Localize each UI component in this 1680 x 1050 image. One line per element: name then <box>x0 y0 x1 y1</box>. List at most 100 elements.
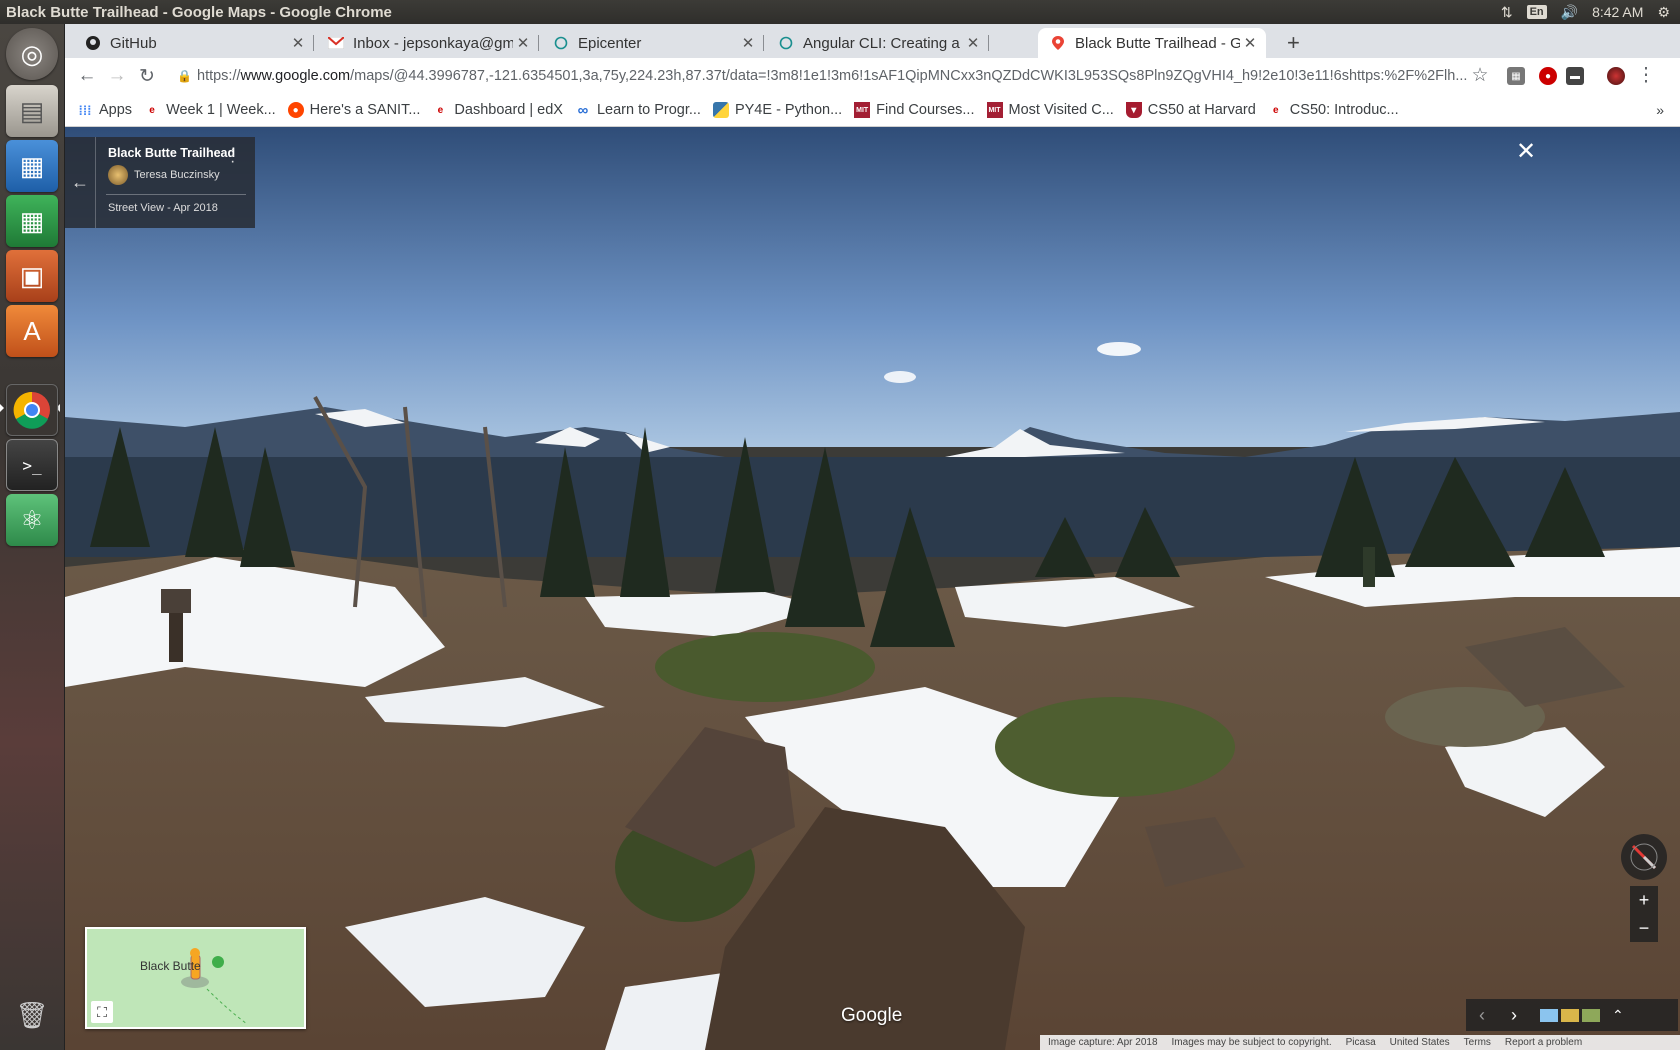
atom-icon[interactable]: ⚛ <box>6 494 58 546</box>
tab-title: GitHub <box>110 34 157 52</box>
tab-title: Inbox - jepsonkaya@gmail.com <box>353 34 513 52</box>
chevron-left-icon[interactable]: ‹ <box>1466 1005 1498 1026</box>
bookmark-apps[interactable]: ⁞⁞⁞ Apps <box>77 102 133 118</box>
mit-icon: MIT <box>986 102 1003 118</box>
gear-icon[interactable]: ⚙ <box>1657 4 1670 21</box>
lock-icon[interactable]: 🔒 <box>177 69 197 83</box>
close-icon[interactable]: ✕ <box>1516 137 1536 166</box>
close-icon[interactable]: ✕ <box>963 34 983 52</box>
minimap[interactable]: Black Butte ⛶ <box>85 927 306 1029</box>
compass-icon[interactable] <box>1621 834 1667 880</box>
clock[interactable]: 8:42 AM <box>1592 4 1643 20</box>
street-view-panorama[interactable]: ← Black Butte Trailhead · · · Teresa Buczi… <box>65 127 1680 1050</box>
impress-icon[interactable]: ▣ <box>6 250 58 302</box>
terminal-icon[interactable]: >_ <box>6 439 58 491</box>
bookmark-learn-to-program[interactable]: ∞ Learn to Progr... <box>575 101 701 119</box>
tab-title: Black Butte Trailhead - Google Maps <box>1075 34 1240 52</box>
tab-angular-cli[interactable]: Angular CLI: Creating a Project ✕ <box>766 28 989 58</box>
calc-icon[interactable]: ▦ <box>6 195 58 247</box>
attribution-footer: Image capture: Apr 2018 Images may be su… <box>1040 1035 1680 1050</box>
zoom-out-button[interactable]: − <box>1630 914 1658 942</box>
menu-icon[interactable]: ⋮ <box>1631 64 1661 87</box>
chevron-right-icon[interactable]: » <box>1656 102 1664 118</box>
edx-icon: e <box>1273 104 1279 116</box>
photo-thumbnail[interactable] <box>1561 1008 1579 1022</box>
avatar <box>108 165 128 185</box>
unity-launcher: ◎ ▤ ▦ ▦ ▣ A >_ ⚛ 🗑 <box>0 24 65 1050</box>
photo-thumbnail[interactable] <box>1540 1008 1558 1022</box>
star-icon[interactable]: ☆ <box>1465 64 1495 87</box>
close-icon[interactable]: ✕ <box>738 34 758 52</box>
panorama-image[interactable] <box>65 127 1680 1050</box>
bookmarks-bar: ⁞⁞⁞ Apps e Week 1 | Week... ● Here's a SANI… <box>65 94 1680 127</box>
apps-icon: ⁞⁞⁞ <box>78 102 92 118</box>
keyboard-layout-indicator[interactable]: En <box>1526 5 1547 19</box>
extension-icon[interactable]: ▦ <box>1507 67 1525 85</box>
photo-author[interactable]: Teresa Buczinsky <box>108 165 220 185</box>
extension-icon[interactable]: ▬ <box>1566 67 1584 85</box>
loading-icon <box>553 35 569 51</box>
photo-thumbnail[interactable] <box>1582 1008 1600 1022</box>
bookmark-sanity[interactable]: ● Here's a SANIT... <box>287 102 420 118</box>
loading-icon <box>778 35 794 51</box>
chevron-right-icon[interactable]: › <box>1498 1005 1530 1026</box>
launcher-pip <box>0 404 4 412</box>
tab-inbox[interactable]: Inbox - jepsonkaya@gmail.com ✕ <box>316 28 539 58</box>
tab-title: Epicenter <box>578 34 642 52</box>
system-top-panel: Black Butte Trailhead - Google Maps - Go… <box>0 0 1680 24</box>
github-icon <box>85 35 101 51</box>
bookmark-most-visited[interactable]: MIT Most Visited C... <box>986 102 1114 118</box>
tab-title: Angular CLI: Creating a Project <box>803 34 963 52</box>
harvard-icon: ▾ <box>1125 102 1142 118</box>
browser-window: GitHub ✕ Inbox - jepsonkaya@gmail.com ✕ … <box>65 24 1680 127</box>
infinity-icon: ∞ <box>577 101 589 119</box>
software-center-icon[interactable]: A <box>6 305 58 357</box>
tab-google-maps[interactable]: Black Butte Trailhead - Google Maps ✕ <box>1038 28 1266 58</box>
new-tab-button[interactable]: + <box>1287 30 1300 56</box>
google-logo: Google <box>841 1005 903 1026</box>
expand-filmstrip-icon[interactable]: ⌃ <box>1612 1007 1624 1024</box>
place-title[interactable]: Black Butte Trailhead <box>108 146 235 160</box>
forward-icon[interactable]: → <box>102 65 132 87</box>
volume-icon[interactable]: 🔊 <box>1561 4 1578 21</box>
extension-icon[interactable]: ● <box>1539 67 1557 85</box>
browser-toolbar: ← → ↻ 🔒 https://www.google.com/maps/@44.… <box>65 58 1680 94</box>
edx-icon: e <box>437 104 444 116</box>
gmail-icon <box>328 35 344 51</box>
tab-github[interactable]: GitHub ✕ <box>73 28 314 58</box>
bookmark-edx-dashboard[interactable]: e Dashboard | edX <box>432 102 563 118</box>
bookmark-find-courses[interactable]: MIT Find Courses... <box>854 102 975 118</box>
more-options-icon[interactable]: · · · <box>230 142 235 170</box>
bookmark-py4e[interactable]: PY4E - Python... <box>712 102 842 118</box>
zoom-in-button[interactable]: + <box>1630 886 1658 914</box>
dash-home-icon[interactable]: ◎ <box>6 28 58 80</box>
country-link[interactable]: United States <box>1390 1037 1450 1048</box>
writer-icon[interactable]: ▦ <box>6 140 58 192</box>
close-icon[interactable]: ✕ <box>1240 34 1260 52</box>
close-icon[interactable]: ✕ <box>288 34 308 52</box>
bookmark-week1[interactable]: e Week 1 | Week... <box>144 102 275 118</box>
chrome-icon[interactable] <box>6 384 58 436</box>
address-bar[interactable]: 🔒 https://www.google.com/maps/@44.399678… <box>177 62 1547 90</box>
picasa-link[interactable]: Picasa <box>1346 1037 1376 1048</box>
reload-icon[interactable]: ↻ <box>132 65 162 88</box>
close-icon[interactable]: ✕ <box>513 34 533 52</box>
bookmark-cs50-intro[interactable]: e CS50: Introduc... <box>1268 102 1399 118</box>
back-arrow-icon[interactable]: ← <box>65 137 96 228</box>
trash-icon[interactable]: 🗑 <box>6 989 58 1041</box>
network-icon[interactable]: ⇅ <box>1501 4 1513 21</box>
expand-icon[interactable]: ⛶ <box>91 1001 113 1023</box>
tab-strip: GitHub ✕ Inbox - jepsonkaya@gmail.com ✕ … <box>65 24 1680 58</box>
image-capture-date: Image capture: Apr 2018 <box>1048 1037 1158 1048</box>
bookmark-cs50-harvard[interactable]: ▾ CS50 at Harvard <box>1125 102 1256 118</box>
report-problem-link[interactable]: Report a problem <box>1505 1037 1582 1048</box>
avatar[interactable] <box>1607 67 1625 85</box>
files-icon[interactable]: ▤ <box>6 85 58 137</box>
terms-link[interactable]: Terms <box>1464 1037 1491 1048</box>
tab-epicenter[interactable]: Epicenter ✕ <box>541 28 764 58</box>
python-icon <box>712 102 729 118</box>
back-icon[interactable]: ← <box>72 65 102 87</box>
window-title: Black Butte Trailhead - Google Maps - Go… <box>6 3 392 21</box>
url-text: https://www.google.com/maps/@44.3996787,… <box>197 68 1468 84</box>
reddit-icon: ● <box>287 102 304 118</box>
